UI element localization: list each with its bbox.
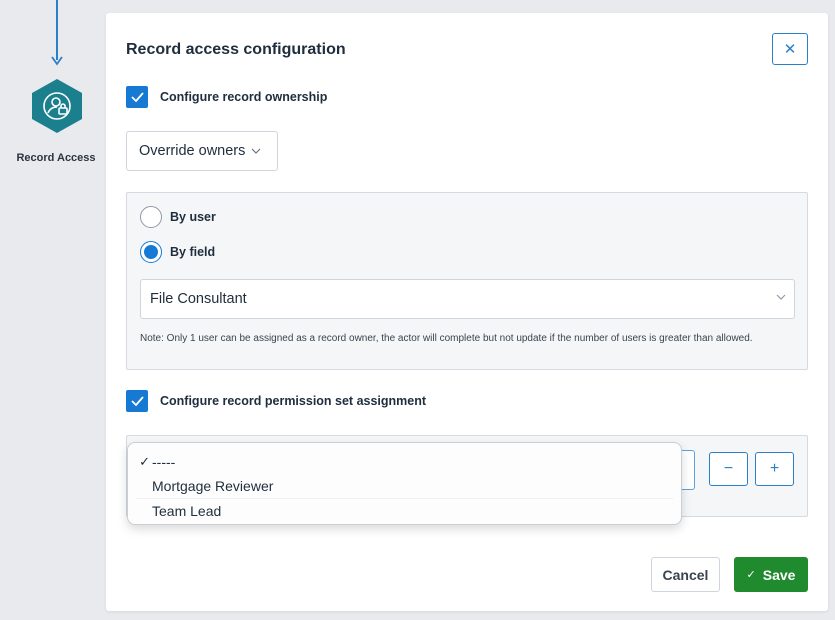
ownership-options-panel: By user By field File Consultant Note: O… (126, 192, 808, 370)
chevron-down-icon (251, 148, 261, 154)
radio-label: By user (170, 210, 216, 224)
check-icon: ✓ (746, 569, 756, 581)
dropdown-option-label: Mortgage Reviewer (152, 478, 274, 494)
arrow-down-icon (51, 56, 63, 66)
close-button[interactable]: ✕ (772, 33, 808, 65)
save-button-label: Save (762, 566, 796, 583)
permissions-checkbox-label: Configure record permission set assignme… (160, 394, 427, 408)
permissions-checkbox-row[interactable]: Configure record permission set assignme… (126, 390, 426, 412)
radio-by-user[interactable]: By user (140, 206, 216, 228)
dropdown-option[interactable]: Team Lead (128, 499, 681, 523)
close-icon: ✕ (783, 41, 797, 58)
owner-field-select[interactable]: File Consultant (140, 279, 795, 319)
radio-button[interactable] (140, 206, 162, 228)
radio-label: By field (170, 245, 216, 259)
record-access-node[interactable] (31, 78, 83, 134)
chevron-down-icon (776, 294, 786, 300)
ownership-mode-value: Override owners (139, 143, 246, 159)
flow-connector-line (56, 0, 58, 60)
dropdown-option[interactable]: ✓ ----- (128, 450, 681, 474)
cancel-button[interactable]: Cancel (651, 557, 720, 592)
ownership-checkbox[interactable] (126, 86, 148, 108)
ownership-note: Note: Only 1 user can be assigned as a r… (140, 333, 753, 344)
permission-set-dropdown: ✓ ----- Mortgage Reviewer Team Lead (127, 442, 682, 525)
ownership-checkbox-label: Configure record ownership (160, 90, 328, 104)
dropdown-option-label: ----- (152, 454, 176, 470)
check-icon (130, 396, 144, 406)
permissions-checkbox[interactable] (126, 390, 148, 412)
save-button[interactable]: ✓ Save (734, 557, 808, 592)
remove-row-button[interactable]: − (709, 452, 748, 486)
radio-by-field[interactable]: By field (140, 241, 215, 263)
check-icon (130, 92, 144, 102)
plus-icon: + (769, 460, 780, 477)
minus-icon: − (723, 460, 734, 477)
ownership-checkbox-row[interactable]: Configure record ownership (126, 86, 327, 108)
dropdown-option-label: Team Lead (152, 503, 222, 519)
ownership-mode-select[interactable]: Override owners (126, 131, 278, 171)
check-icon: ✓ (139, 454, 150, 469)
radio-button[interactable] (140, 241, 162, 263)
add-row-button[interactable]: + (755, 452, 794, 486)
dropdown-option[interactable]: Mortgage Reviewer (128, 474, 681, 498)
modal-title: Record access configuration (126, 41, 346, 58)
owner-field-value: File Consultant (150, 291, 247, 307)
node-label: Record Access (16, 152, 96, 164)
